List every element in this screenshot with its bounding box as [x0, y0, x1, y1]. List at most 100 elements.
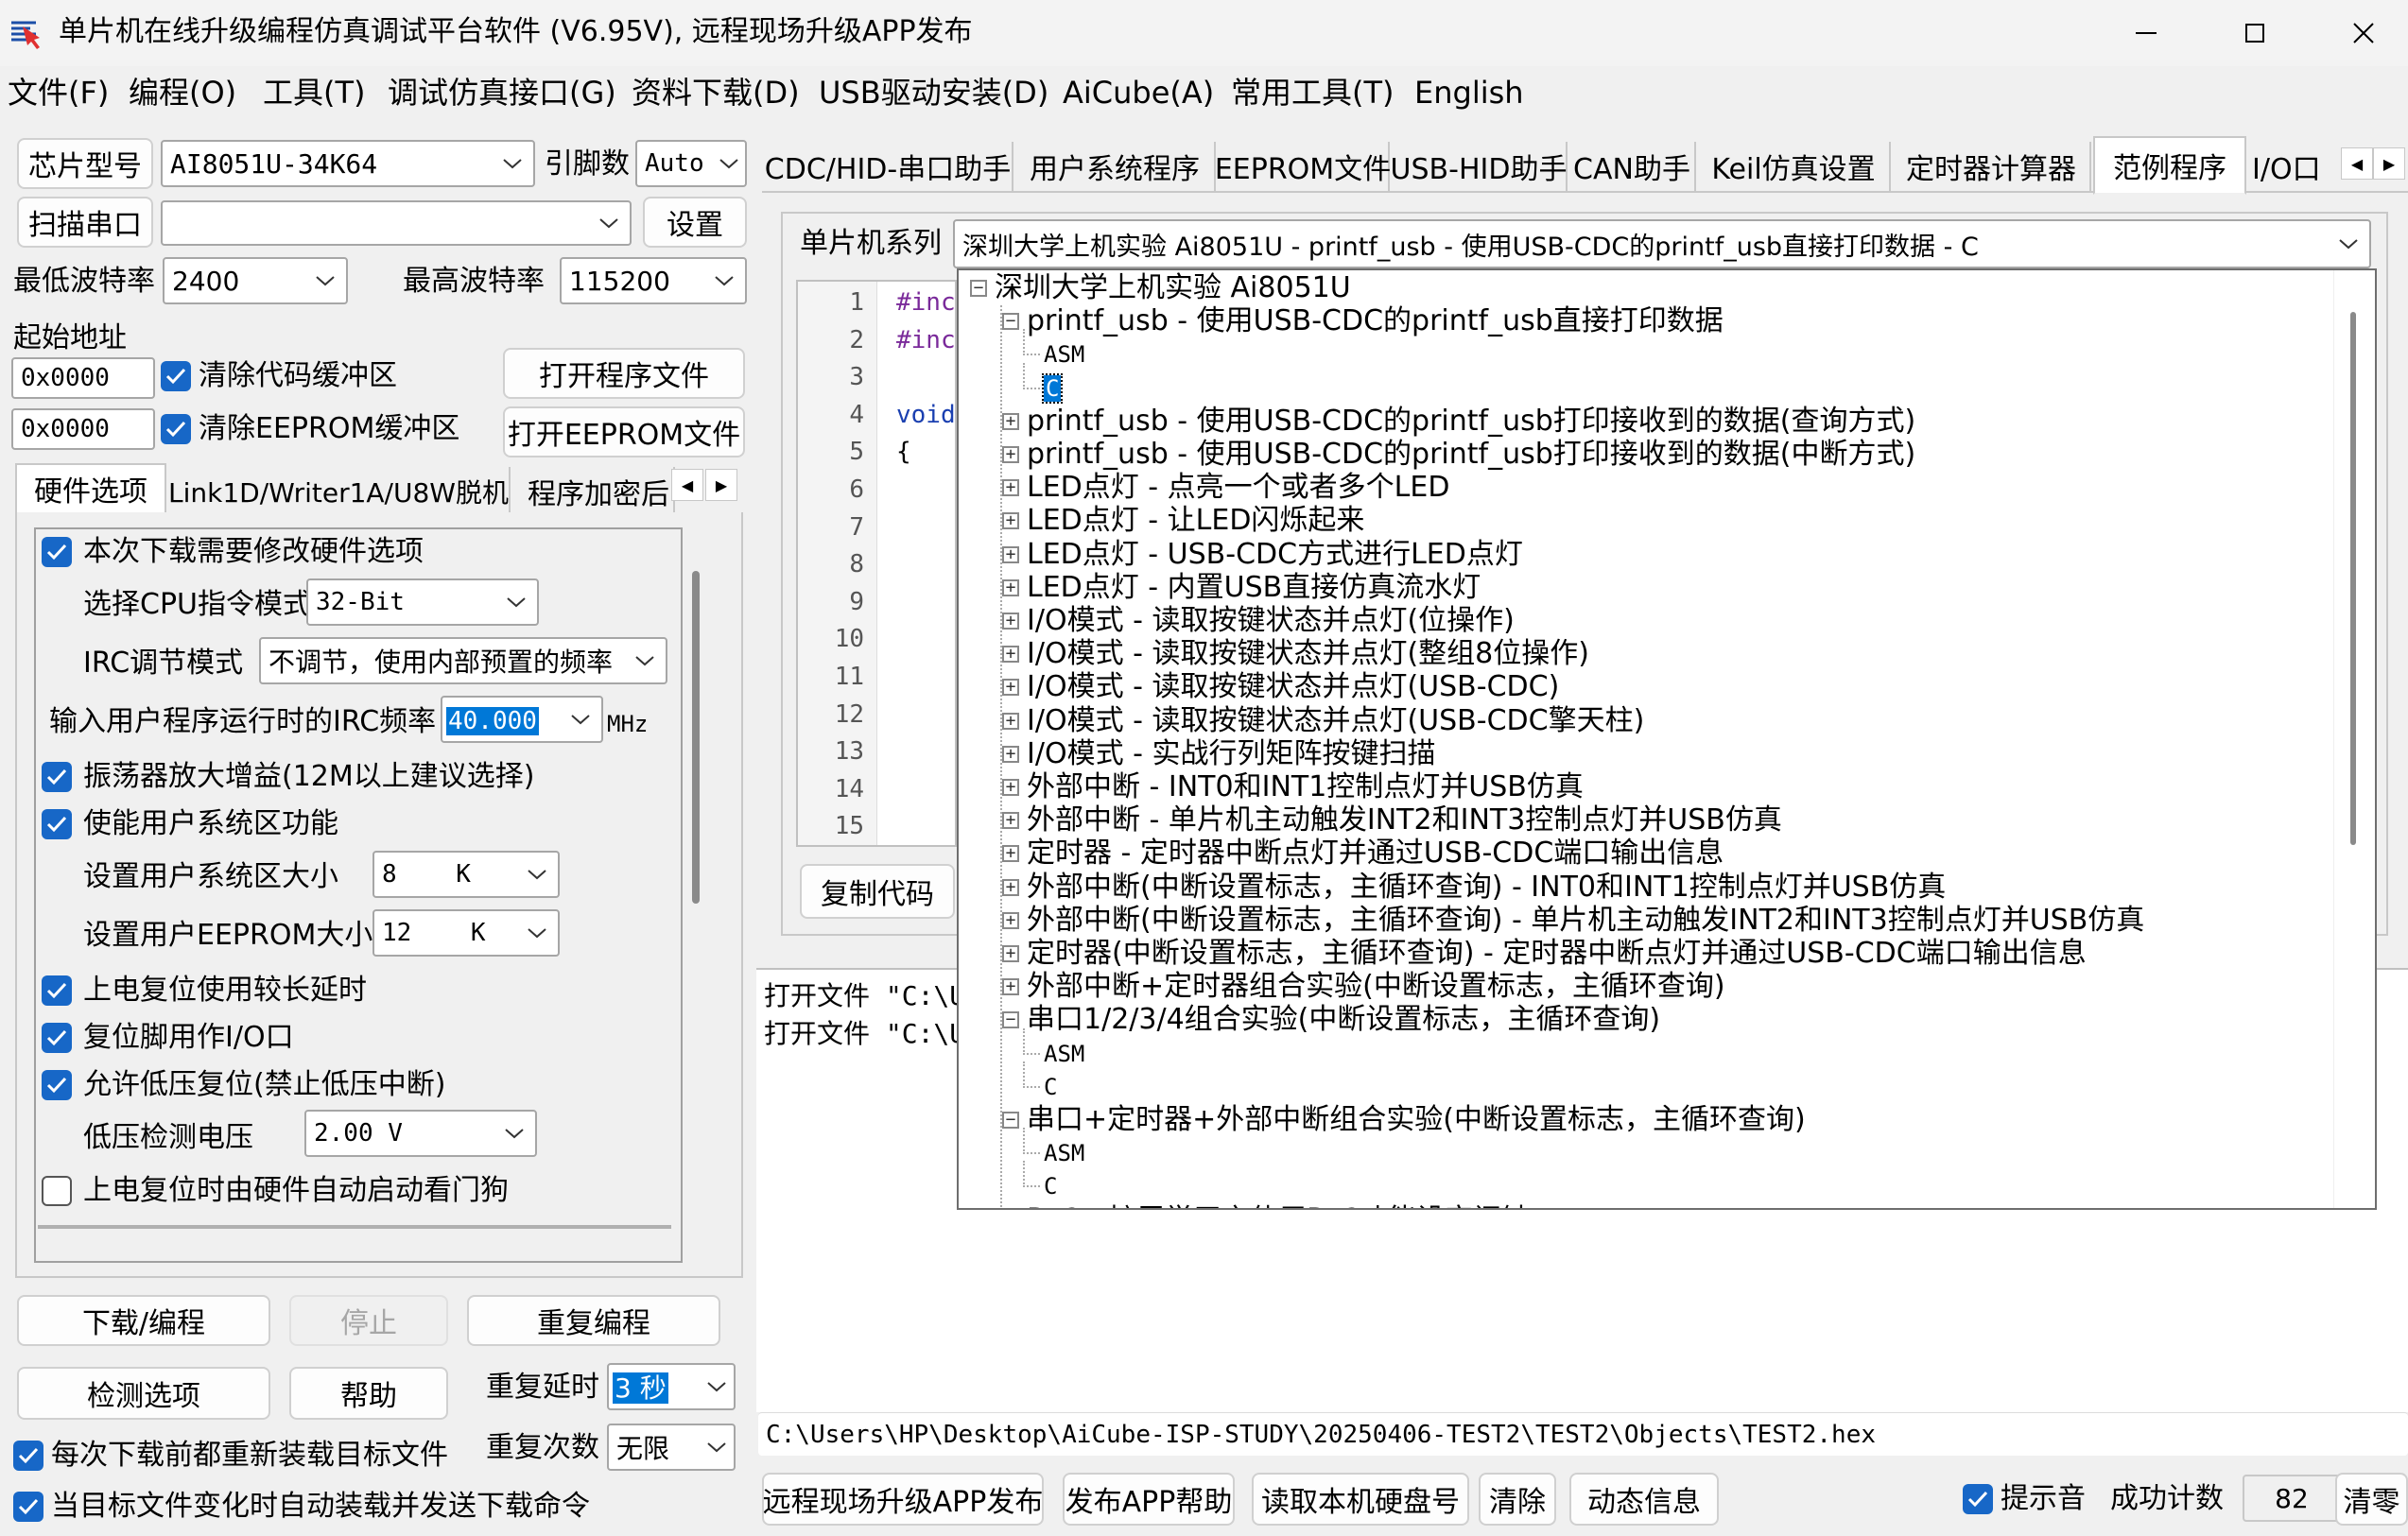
tab-usb-hid[interactable]: USB-HID助手 [1391, 142, 1568, 191]
eeprom-address-input[interactable]: 0x0000 [11, 408, 155, 450]
download-button[interactable]: 下载/编程 [17, 1295, 270, 1346]
tree-category[interactable]: LED点灯 - USB-CDC方式进行LED点灯 [1027, 538, 1523, 571]
tree-leaf[interactable]: ASM [1044, 1038, 1084, 1070]
clear-code-checkbox[interactable] [161, 361, 191, 391]
tree-category[interactable]: printf_usb - 使用USB-CDC的printf_usb打印接收到的数… [1027, 439, 1915, 471]
tab-scroll-left-icon[interactable]: ◀ [671, 469, 703, 501]
tree-category[interactable]: 外部中断 - INT0和INT1控制点灯并USB仿真 [1027, 771, 1584, 803]
collapse-icon[interactable]: − [1002, 313, 1019, 331]
tree-leaf[interactable]: C [1044, 1071, 1057, 1103]
chip-type-select[interactable]: AI8051U-34K64 [161, 140, 535, 187]
watchdog-checkbox[interactable] [42, 1176, 72, 1206]
expand-icon[interactable]: + [1002, 845, 1019, 863]
tree-category[interactable]: 定时器 - 定时器中断点灯并通过USB-CDC端口输出信息 [1027, 837, 1724, 870]
expand-icon[interactable]: + [1002, 545, 1019, 563]
options-hscrollbar[interactable] [38, 1225, 671, 1229]
expand-icon[interactable]: + [1002, 646, 1019, 664]
stop-button[interactable]: 停止 [289, 1295, 448, 1346]
collapse-icon[interactable]: − [1002, 1112, 1019, 1129]
tree-category[interactable]: printf_usb - 使用USB-CDC的printf_usb打印接收到的数… [1027, 405, 1915, 438]
help-button[interactable]: 帮助 [289, 1367, 448, 1420]
tree-category[interactable]: LED点灯 - 点亮一个或者多个LED [1027, 472, 1449, 504]
tree-category[interactable]: 串口+定时器+外部中断组合实验(中断设置标志，主循环查询) [1027, 1104, 1806, 1136]
expand-icon[interactable]: + [1002, 978, 1019, 996]
tree-category[interactable]: printf_usb - 使用USB-CDC的printf_usb直接打印数据 [1027, 305, 1724, 337]
port-settings-button[interactable]: 设置 [643, 197, 747, 248]
tree-category[interactable]: 串口1/2/3/4组合实验(中断设置标志，主循环查询) [1027, 1004, 1660, 1036]
tab-io[interactable]: I/O口 [2248, 142, 2339, 191]
check-options-button[interactable]: 检测选项 [17, 1367, 270, 1420]
tree-category[interactable]: RTC - 扩展学习之使用RTC功能设定闹钟 [1027, 1203, 1530, 1208]
tab-hardware-options[interactable]: 硬件选项 [15, 463, 166, 512]
tree-category[interactable]: I/O模式 - 读取按键状态并点灯(USB-CDC擎天柱) [1027, 704, 1644, 737]
scan-port-button[interactable]: 扫描串口 [17, 197, 153, 248]
expand-icon[interactable]: + [1002, 578, 1019, 596]
tab-eeprom-file[interactable]: EEPROM文件 [1215, 142, 1391, 191]
code-address-input[interactable]: 0x0000 [11, 357, 155, 399]
menu-tools[interactable]: 工具(T) [263, 70, 366, 115]
expand-icon[interactable]: + [1002, 512, 1019, 530]
menu-aicube[interactable]: AiCube(A) [1063, 70, 1214, 115]
tree-category[interactable]: 外部中断+定时器组合实验(中断设置标志，主循环查询) [1027, 971, 1725, 1003]
tree-category[interactable]: I/O模式 - 读取按键状态并点灯(USB-CDC) [1027, 671, 1559, 703]
tree-category[interactable]: LED点灯 - 内置USB直接仿真流水灯 [1027, 571, 1481, 604]
tree-category[interactable]: LED点灯 - 让LED闪烁起来 [1027, 505, 1364, 537]
menu-common-tools[interactable]: 常用工具(T) [1231, 70, 1395, 115]
tree-root[interactable]: 深圳大学上机实验 Ai8051U [995, 272, 1351, 304]
open-program-file-button[interactable]: 打开程序文件 [503, 348, 745, 399]
reset-count-button[interactable]: 清零 [2335, 1473, 2408, 1526]
irc-adjust-select[interactable]: 不调节，使用内部预置的频率 [259, 637, 667, 684]
tree-category[interactable]: I/O模式 - 读取按键状态并点灯(整组8位操作) [1027, 638, 1589, 670]
tree-category[interactable]: 定时器(中断设置标志，主循环查询) - 定时器中断点灯并通过USB-CDC端口输… [1027, 938, 2087, 970]
expand-icon[interactable]: + [1002, 712, 1019, 730]
expand-icon[interactable]: + [1002, 812, 1019, 830]
low-volt-select[interactable]: 2.00 V [304, 1110, 537, 1157]
expand-icon[interactable]: + [1002, 679, 1019, 697]
expand-icon[interactable]: + [1002, 613, 1019, 630]
min-baud-select[interactable]: 2400 [163, 257, 348, 304]
dynamic-info-button[interactable]: 动态信息 [1569, 1473, 1719, 1526]
auto-reload-checkbox[interactable] [13, 1492, 43, 1522]
tree-leaf[interactable]: ASM [1044, 1137, 1084, 1169]
repeat-count-select[interactable]: 无限 [607, 1424, 736, 1471]
sys-size-select[interactable]: 8 K [372, 851, 560, 898]
enable-sys-checkbox[interactable] [42, 809, 72, 839]
menu-downloads[interactable]: 资料下载(D) [632, 70, 800, 115]
max-baud-select[interactable]: 115200 [560, 257, 747, 304]
tree-leaf[interactable]: C [1044, 1170, 1057, 1202]
right-tab-scroll-left-icon[interactable]: ◀ [2341, 147, 2373, 180]
publish-app-button[interactable]: 远程现场升级APP发布 [762, 1473, 1044, 1526]
eeprom-size-select[interactable]: 12 K [372, 909, 560, 957]
tab-scroll-right-icon[interactable]: ▶ [705, 469, 737, 501]
menu-file[interactable]: 文件(F) [8, 70, 109, 115]
port-select[interactable] [161, 200, 632, 246]
long-delay-checkbox[interactable] [42, 975, 72, 1006]
series-select[interactable]: 深圳大学上机实验 Ai8051U - printf_usb - 使用USB-CD… [953, 219, 2371, 268]
minimize-icon[interactable] [2118, 17, 2174, 49]
tree-leaf[interactable]: ASM [1044, 338, 1084, 371]
tree-category[interactable]: 外部中断 - 单片机主动触发INT2和INT3控制点灯并USB仿真 [1027, 804, 1782, 837]
repeat-program-button[interactable]: 重复编程 [467, 1295, 720, 1346]
tab-keil-settings[interactable]: Keil仿真设置 [1698, 142, 1891, 191]
expand-icon[interactable]: + [1002, 779, 1019, 796]
close-icon[interactable] [2335, 17, 2392, 49]
tab-user-system-program[interactable]: 用户系统程序 [1015, 142, 1216, 191]
read-disk-button[interactable]: 读取本机硬盘号 [1252, 1473, 1469, 1526]
tree-scrollbar-thumb[interactable] [2350, 312, 2356, 845]
tree-category[interactable]: 外部中断(中断设置标志，主循环查询) - 单片机主动触发INT2和INT3控制点… [1027, 904, 2144, 937]
menu-english[interactable]: English [1414, 70, 1524, 115]
expand-icon[interactable]: + [1002, 412, 1019, 430]
options-scrollbar[interactable] [692, 571, 700, 904]
expand-icon[interactable]: + [1002, 479, 1019, 497]
collapse-icon[interactable]: − [970, 280, 987, 297]
expand-icon[interactable]: + [1002, 878, 1019, 896]
pin-count-select[interactable]: Auto [635, 140, 747, 187]
examples-tree-dropdown[interactable]: − 深圳大学上机实验 Ai8051U − printf_usb - 使用USB-CDC… [957, 268, 2377, 1210]
tab-can[interactable]: CAN助手 [1569, 142, 1696, 191]
reload-each-checkbox[interactable] [13, 1441, 43, 1471]
chip-type-button[interactable]: 芯片型号 [17, 138, 153, 189]
menu-usb-driver[interactable]: USB驱动安装(D) [819, 70, 1048, 115]
clear-log-button[interactable]: 清除 [1479, 1473, 1556, 1526]
tree-category[interactable]: I/O模式 - 读取按键状态并点灯(位操作) [1027, 605, 1515, 637]
tab-timer-calc[interactable]: 定时器计算器 [1893, 142, 2091, 191]
